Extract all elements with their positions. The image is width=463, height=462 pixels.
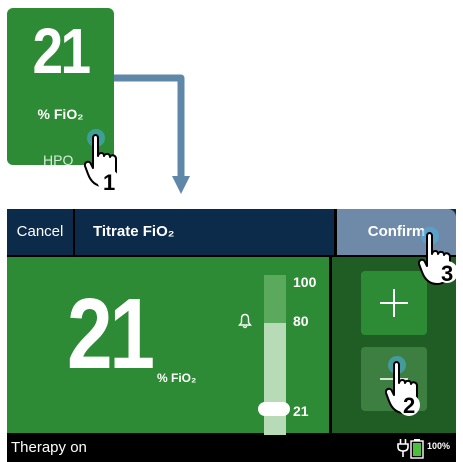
step-1-label: 1 <box>103 170 115 194</box>
battery-icon <box>410 439 424 459</box>
plus-icon <box>380 289 408 317</box>
pointer-hand-icon: 2 <box>385 356 420 418</box>
screen-title: Titrate FiO₂ <box>93 223 175 240</box>
gauge-max-label: 100 <box>293 274 317 290</box>
step-3-label: 3 <box>441 261 453 286</box>
battery-percent: 100% <box>427 441 451 451</box>
cancel-button[interactable]: Cancel <box>7 209 75 255</box>
therapy-status: Therapy on <box>11 439 87 456</box>
status-bar: Therapy on 100% <box>7 435 456 462</box>
gauge-thumb[interactable] <box>258 402 290 416</box>
fio2-value: 21 <box>67 278 155 390</box>
gauge-alarm-zone <box>264 275 286 323</box>
gauge-track <box>264 323 286 435</box>
fio2-unit: % FiO₂ <box>157 371 197 385</box>
connector-arrow-icon <box>114 74 190 194</box>
gauge-current-label: 21 <box>293 403 309 419</box>
pointer-hand-icon: 1 <box>84 129 119 194</box>
gauge-alarm-label: 80 <box>293 313 309 329</box>
fio2-value-panel: 21 % FiO₂ 100 80 21 <box>7 257 329 435</box>
screen-header: Cancel Titrate FiO₂ Confirm <box>7 209 456 255</box>
step-2-label: 2 <box>403 393 415 418</box>
titrate-screen: Cancel Titrate FiO₂ Confirm 21 % FiO₂ 10… <box>7 209 456 462</box>
plug-icon <box>397 439 409 457</box>
bell-icon <box>238 313 252 329</box>
pointer-hand-icon: 3 <box>418 227 458 286</box>
